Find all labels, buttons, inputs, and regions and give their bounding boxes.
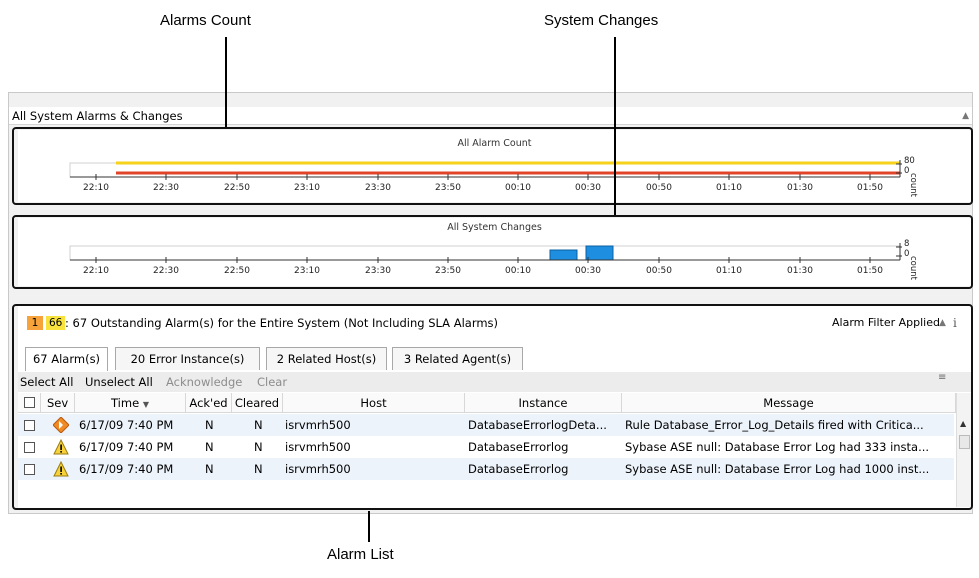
callout-alarms-count: Alarms Count <box>160 12 251 29</box>
callout-alarm-list: Alarm List <box>327 546 394 563</box>
callout-box-alarm-count <box>12 127 973 205</box>
panel-title: All System Alarms & Changes ▲ <box>9 107 972 125</box>
callout-box-system-changes <box>12 215 973 289</box>
leader-alarms-count <box>225 37 227 127</box>
collapse-up-icon[interactable]: ▲ <box>962 107 969 125</box>
callout-box-alarm-list <box>12 304 973 510</box>
leader-system-changes <box>614 37 616 215</box>
leader-alarm-list <box>368 511 370 542</box>
panel-title-text: All System Alarms & Changes <box>12 109 183 123</box>
callout-system-changes: System Changes <box>544 12 659 29</box>
